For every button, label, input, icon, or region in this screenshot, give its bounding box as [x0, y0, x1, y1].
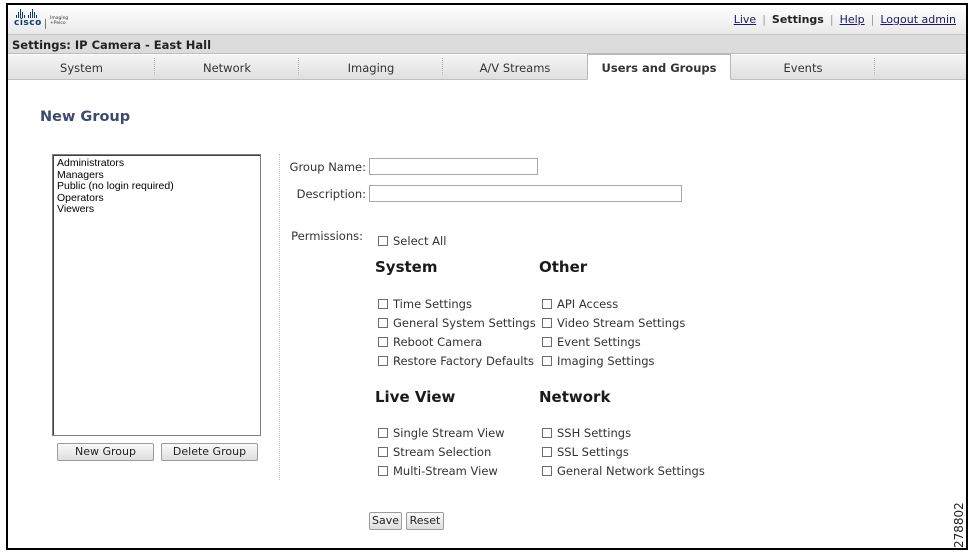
other-section-title: Other	[539, 258, 588, 276]
ssl-settings-checkbox[interactable]: SSL Settings	[542, 445, 629, 459]
page-title: Settings: IP Camera - East Hall	[8, 35, 966, 54]
general-system-settings-checkbox[interactable]: General System Settings	[378, 316, 536, 330]
group-name-input[interactable]	[369, 158, 538, 175]
delete-group-button[interactable]: Delete Group	[161, 443, 258, 461]
network-section-title: Network	[539, 388, 611, 406]
section-heading: New Group	[40, 109, 131, 125]
checkbox-icon	[378, 356, 388, 366]
api-access-checkbox[interactable]: API Access	[542, 297, 618, 311]
checkbox-icon	[378, 466, 388, 476]
help-link[interactable]: Help	[840, 13, 865, 26]
checkbox-icon	[378, 447, 388, 457]
checkbox-icon	[542, 356, 552, 366]
top-header: cisco Imaging +Pelco Live | Settings | Help |…	[8, 5, 966, 35]
permissions-label: Permissions:	[291, 229, 363, 243]
time-settings-checkbox[interactable]: Time Settings	[378, 297, 472, 311]
group-name-label: Group Name:	[289, 160, 366, 174]
tab-events[interactable]: Events	[731, 55, 875, 79]
cisco-logo: cisco Imaging +Pelco	[14, 9, 74, 31]
ssh-settings-checkbox[interactable]: SSH Settings	[542, 426, 631, 440]
cisco-bars-icon	[16, 9, 37, 18]
logout-link[interactable]: Logout admin	[880, 13, 956, 26]
live-view-section-title: Live View	[375, 388, 456, 406]
live-link[interactable]: Live	[734, 13, 756, 26]
group-list-item[interactable]: Viewers	[57, 203, 256, 216]
imaging-settings-checkbox[interactable]: Imaging Settings	[542, 354, 655, 368]
tab-imaging[interactable]: Imaging	[299, 55, 443, 79]
reboot-camera-checkbox[interactable]: Reboot Camera	[378, 335, 482, 349]
general-network-settings-checkbox[interactable]: General Network Settings	[542, 464, 705, 478]
restore-factory-defaults-checkbox[interactable]: Restore Factory Defaults	[378, 354, 534, 368]
single-stream-view-checkbox[interactable]: Single Stream View	[378, 426, 505, 440]
checkbox-icon	[378, 337, 388, 347]
event-settings-checkbox[interactable]: Event Settings	[542, 335, 641, 349]
description-input[interactable]	[369, 185, 682, 202]
checkbox-icon	[542, 337, 552, 347]
logo-word: cisco	[14, 18, 42, 28]
checkbox-icon	[378, 318, 388, 328]
tab-av-streams[interactable]: A/V Streams	[443, 55, 587, 79]
group-list[interactable]: Administrators Managers Public (no login…	[52, 154, 261, 436]
checkbox-icon	[542, 318, 552, 328]
checkbox-icon	[542, 428, 552, 438]
tab-network[interactable]: Network	[155, 55, 299, 79]
app-window: cisco Imaging +Pelco Live | Settings | Help |…	[6, 3, 968, 550]
description-label: Description:	[296, 187, 366, 201]
select-all-checkbox[interactable]: Select All	[378, 234, 446, 248]
checkbox-icon	[542, 299, 552, 309]
stream-selection-checkbox[interactable]: Stream Selection	[378, 445, 491, 459]
column-divider	[279, 154, 280, 480]
group-list-item[interactable]: Administrators	[57, 157, 256, 170]
figure-code: 278802	[952, 502, 966, 548]
tab-users-and-groups[interactable]: Users and Groups	[587, 54, 731, 80]
tab-system[interactable]: System	[8, 55, 155, 79]
settings-link[interactable]: Settings	[772, 13, 824, 26]
new-group-button[interactable]: New Group	[57, 443, 154, 461]
group-list-item[interactable]: Public (no login required)	[57, 180, 256, 193]
logo-separator	[45, 19, 46, 29]
system-section-title: System	[375, 258, 438, 276]
logo-subtext: Imaging +Pelco	[50, 16, 69, 26]
checkbox-icon	[542, 466, 552, 476]
save-button[interactable]: Save	[369, 512, 402, 530]
multi-stream-view-checkbox[interactable]: Multi-Stream View	[378, 464, 498, 478]
checkbox-icon	[378, 299, 388, 309]
checkbox-icon	[378, 428, 388, 438]
reset-button[interactable]: Reset	[406, 512, 444, 530]
video-stream-settings-checkbox[interactable]: Video Stream Settings	[542, 316, 685, 330]
checkbox-icon	[378, 236, 388, 246]
tab-bar: System Network Imaging A/V Streams Users…	[8, 54, 966, 80]
top-nav: Live | Settings | Help | Logout admin	[733, 13, 956, 26]
checkbox-icon	[542, 447, 552, 457]
